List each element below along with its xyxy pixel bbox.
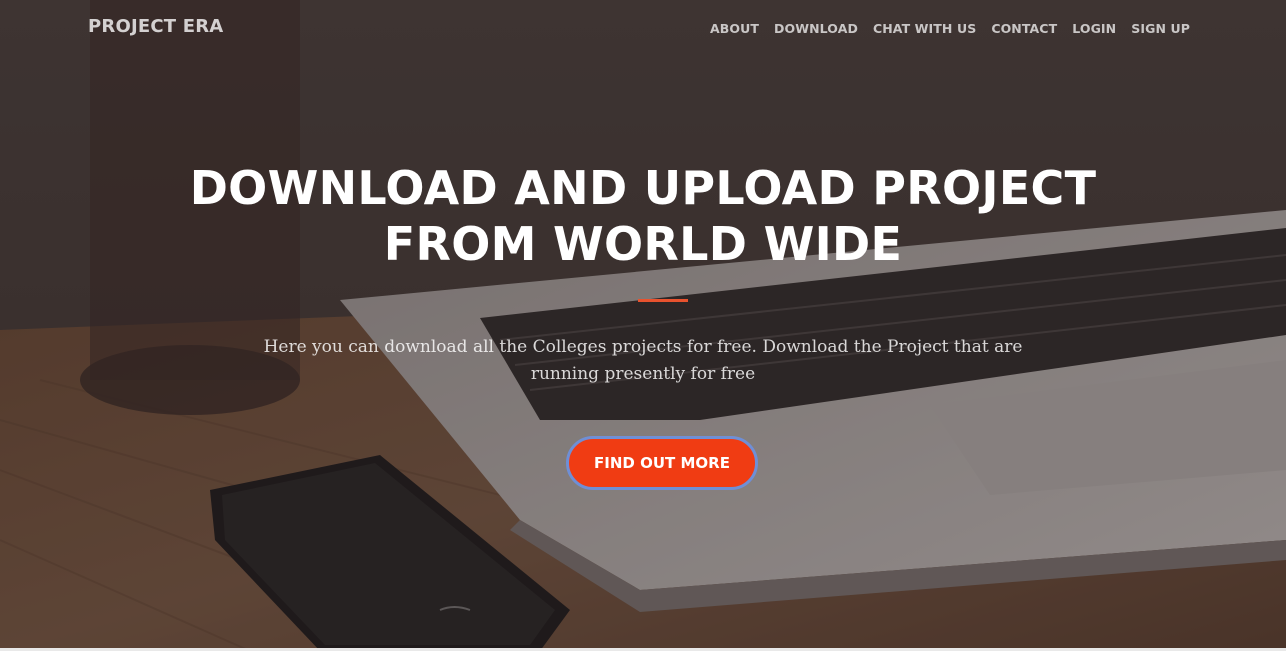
accent-divider: [638, 299, 688, 302]
hero-section: PROJECT ERA ABOUT DOWNLOAD CHAT WITH US …: [0, 0, 1286, 651]
nav-link-sign-up[interactable]: SIGN UP: [1131, 21, 1190, 36]
nav-link-download[interactable]: DOWNLOAD: [774, 21, 858, 36]
nav-links: ABOUT DOWNLOAD CHAT WITH US CONTACT LOGI…: [710, 21, 1190, 36]
brand-logo[interactable]: PROJECT ERA: [88, 16, 223, 37]
nav-link-login[interactable]: LOGIN: [1072, 21, 1116, 36]
subtext-line-2: running presently for free: [530, 364, 756, 384]
nav-link-contact[interactable]: CONTACT: [991, 21, 1057, 36]
subtext-line-1: Here you can download all the Colleges p…: [263, 337, 1023, 357]
top-navbar: PROJECT ERA ABOUT DOWNLOAD CHAT WITH US …: [0, 0, 1286, 56]
headline-line-2: FROM WORLD WIDE: [383, 217, 903, 271]
find-out-more-button[interactable]: FIND OUT MORE: [566, 436, 758, 490]
hero-subtext: Here you can download all the Colleges p…: [243, 334, 1043, 388]
hero-headline: DOWNLOAD AND UPLOAD PROJECT FROM WORLD W…: [143, 160, 1143, 272]
nav-link-chat-with-us[interactable]: CHAT WITH US: [873, 21, 976, 36]
dark-overlay: [0, 0, 1286, 651]
headline-line-1: DOWNLOAD AND UPLOAD PROJECT: [189, 161, 1097, 215]
nav-link-about[interactable]: ABOUT: [710, 21, 759, 36]
